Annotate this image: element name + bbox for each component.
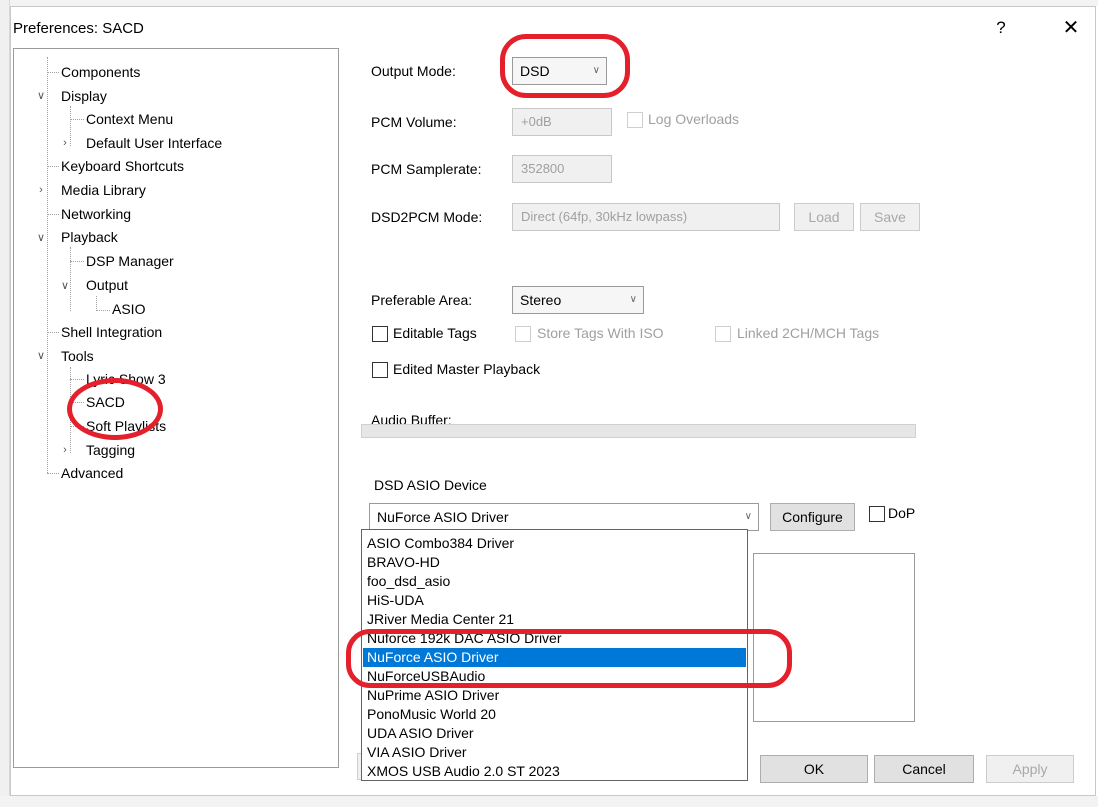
chevron-down-icon: ∨ <box>629 294 637 305</box>
tree-connector <box>47 166 59 167</box>
tree-item-networking[interactable]: Networking <box>61 203 131 225</box>
tree-connector <box>96 296 97 311</box>
save-button[interactable]: Save <box>860 203 920 231</box>
preferable-area-select[interactable]: Stereo ∨ <box>512 286 644 314</box>
background-window-edge-left <box>0 0 10 807</box>
store-tags-checkbox[interactable] <box>515 326 531 342</box>
chevron-right-icon[interactable]: › <box>58 443 72 457</box>
pcm-volume-field[interactable]: +0dB <box>512 108 612 136</box>
tree-item-asio[interactable]: ASIO <box>112 298 145 320</box>
tree-item-keyboard-shortcuts[interactable]: Keyboard Shortcuts <box>61 155 184 177</box>
tree-item-output[interactable]: Output <box>86 274 128 296</box>
window-title: Preferences: SACD <box>13 20 144 37</box>
chevron-down-icon[interactable]: ∨ <box>34 349 48 363</box>
dop-label: DoP <box>888 505 916 521</box>
tree-item-shell-integration[interactable]: Shell Integration <box>61 321 162 343</box>
dropdown-option[interactable]: BRAVO-HD <box>363 553 746 572</box>
tree-item-display[interactable]: Display <box>61 85 107 107</box>
linked-tags-label: Linked 2CH/MCH Tags <box>737 325 880 341</box>
tree-connector <box>47 332 59 333</box>
dropdown-option[interactable]: Nuforce 192k DAC ASIO Driver <box>363 629 746 648</box>
pcm-samplerate-field[interactable]: 352800 <box>512 155 612 183</box>
tree-item-context-menu[interactable]: Context Menu <box>86 108 173 130</box>
tree-item-playback[interactable]: Playback <box>61 226 118 248</box>
tree-item-advanced[interactable]: Advanced <box>61 462 123 484</box>
tree-item-dsp-manager[interactable]: DSP Manager <box>86 250 174 272</box>
tree-connector <box>70 426 84 427</box>
asio-device-value: NuForce ASIO Driver <box>377 509 509 525</box>
close-button[interactable]: ✕ <box>1051 13 1091 43</box>
dropdown-option-selected[interactable]: NuForce ASIO Driver <box>363 648 746 667</box>
cancel-button[interactable]: Cancel <box>874 755 974 783</box>
asio-device-dropdown: ASIO Combo384 Driver BRAVO-HD foo_dsd_as… <box>361 529 748 781</box>
dropdown-option[interactable]: NuForceUSBAudio <box>363 667 746 686</box>
dsd2pcm-mode-select[interactable]: Direct (64fp, 30kHz lowpass) <box>512 203 780 231</box>
apply-button[interactable]: Apply <box>986 755 1074 783</box>
pcm-volume-label: PCM Volume: <box>371 114 457 130</box>
editable-tags-label: Editable Tags <box>393 325 477 341</box>
chevron-down-icon[interactable]: ∨ <box>58 279 72 293</box>
tree-item-lyric-show[interactable]: Lyric Show 3 <box>86 368 166 390</box>
preferable-area-label: Preferable Area: <box>371 292 473 308</box>
dropdown-option[interactable]: VIA ASIO Driver <box>363 743 746 762</box>
configure-button[interactable]: Configure <box>770 503 855 531</box>
ok-button[interactable]: OK <box>760 755 868 783</box>
log-overloads-label: Log Overloads <box>648 111 740 127</box>
tree-item-tagging[interactable]: Tagging <box>86 439 135 461</box>
tree-connector <box>96 310 110 311</box>
chevron-down-icon[interactable]: ∨ <box>34 89 48 103</box>
chevron-down-icon: ∨ <box>592 65 600 76</box>
edited-master-label: Edited Master Playback <box>393 361 541 377</box>
load-button[interactable]: Load <box>794 203 854 231</box>
asio-channels-list[interactable] <box>753 553 915 722</box>
title-bar: Preferences: SACD ? ✕ <box>11 7 1095 47</box>
tree-connector <box>47 214 59 215</box>
tree-item-components[interactable]: Components <box>61 61 140 83</box>
asio-device-select[interactable]: NuForce ASIO Driver ∨ <box>369 503 759 531</box>
editable-tags-checkbox[interactable] <box>372 326 388 342</box>
tree-item-soft-playlists[interactable]: Soft Playlists <box>86 415 166 437</box>
tree-connector <box>47 473 59 474</box>
background-window-edge-bottom <box>0 796 1098 807</box>
tree-connector <box>47 57 48 473</box>
log-overloads-checkbox[interactable] <box>627 112 643 128</box>
output-mode-label: Output Mode: <box>371 63 456 79</box>
tree-item-default-user-interface[interactable]: Default User Interface <box>86 132 222 154</box>
dropdown-option[interactable]: ASIO Combo384 Driver <box>363 534 746 553</box>
audio-buffer-bar <box>361 424 916 438</box>
tree-item-sacd[interactable]: SACD <box>86 391 125 413</box>
dop-checkbox[interactable] <box>869 506 885 522</box>
tree-connector <box>70 379 84 380</box>
tree-item-tools[interactable]: Tools <box>61 345 94 367</box>
dropdown-option[interactable]: HiS-UDA <box>363 591 746 610</box>
store-tags-label: Store Tags With ISO <box>537 325 664 341</box>
tree-connector <box>70 119 84 120</box>
chevron-right-icon[interactable]: › <box>34 183 48 197</box>
chevron-right-icon[interactable]: › <box>58 136 72 150</box>
chevron-down-icon[interactable]: ∨ <box>34 231 48 245</box>
preferable-area-value: Stereo <box>520 292 562 308</box>
dropdown-option[interactable]: NuPrime ASIO Driver <box>363 686 746 705</box>
dsd-asio-device-label: DSD ASIO Device <box>374 477 487 493</box>
chevron-down-icon: ∨ <box>744 511 752 522</box>
tree-connector <box>70 402 84 403</box>
dropdown-option[interactable]: UDA ASIO Driver <box>363 724 746 743</box>
edited-master-checkbox[interactable] <box>372 362 388 378</box>
pcm-samplerate-label: PCM Samplerate: <box>371 161 482 177</box>
tree-connector <box>70 261 84 262</box>
dropdown-option[interactable]: foo_dsd_asio <box>363 572 746 591</box>
linked-tags-checkbox[interactable] <box>715 326 731 342</box>
output-mode-select[interactable]: DSD ∨ <box>512 57 607 85</box>
help-button[interactable]: ? <box>981 13 1021 43</box>
tree-item-media-library[interactable]: Media Library <box>61 179 146 201</box>
output-mode-value: DSD <box>520 63 550 79</box>
dsd2pcm-mode-label: DSD2PCM Mode: <box>371 209 483 225</box>
tree-connector <box>47 72 59 73</box>
preferences-tree: ∨ › › ∨ ∨ ∨ › Components Display Context… <box>13 48 339 768</box>
dropdown-option[interactable]: PonoMusic World 20 <box>363 705 746 724</box>
dropdown-option[interactable]: XMOS USB Audio 2.0 ST 2023 <box>363 762 746 781</box>
dropdown-option[interactable]: JRiver Media Center 21 <box>363 610 746 629</box>
